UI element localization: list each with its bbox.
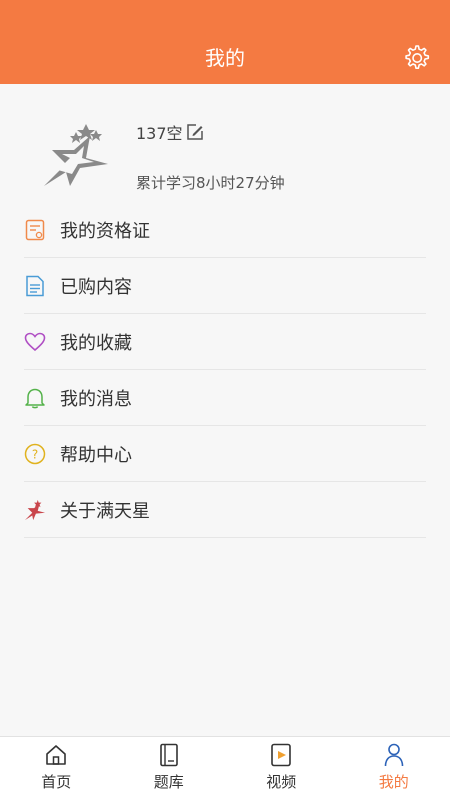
edit-icon xyxy=(186,124,203,140)
menu-label: 我的收藏 xyxy=(60,332,132,354)
avatar[interactable] xyxy=(40,120,112,186)
menu-item-help[interactable]: ? 帮助中心 xyxy=(24,426,426,482)
tab-label: 首页 xyxy=(41,773,72,791)
tab-label: 我的 xyxy=(378,773,409,791)
menu-item-about[interactable]: 关于满天星 xyxy=(24,482,426,538)
bell-icon xyxy=(24,387,46,409)
star-logo-icon xyxy=(44,124,108,186)
help-question-icon: ? xyxy=(24,443,46,465)
tab-label: 视频 xyxy=(266,773,297,791)
menu-item-messages[interactable]: 我的消息 xyxy=(24,370,426,426)
tab-label: 题库 xyxy=(153,773,184,791)
star-logo-icon xyxy=(24,499,46,521)
gear-icon xyxy=(405,45,430,69)
page-title: 我的 xyxy=(205,46,245,70)
study-time-text: 累计学习8小时27分钟 xyxy=(136,174,285,192)
tab-video[interactable]: 视频 xyxy=(225,737,338,800)
profile-section: 137空 累计学习8小时27分钟 xyxy=(0,84,450,202)
question-bank-icon xyxy=(157,743,181,767)
username: 137空 xyxy=(136,124,183,143)
video-icon xyxy=(269,743,293,767)
menu-item-purchased[interactable]: 已购内容 xyxy=(24,258,426,314)
menu-label: 帮助中心 xyxy=(60,444,132,466)
home-icon xyxy=(44,743,68,767)
certificate-icon xyxy=(24,219,46,241)
menu-list: 我的资格证 已购内容 我的收藏 我的消息 ? 帮助中心 关于满天星 xyxy=(24,202,426,538)
tab-profile[interactable]: 我的 xyxy=(338,737,450,800)
menu-item-favorites[interactable]: 我的收藏 xyxy=(24,314,426,370)
top-bar: 我的 xyxy=(0,0,450,84)
edit-profile-button[interactable] xyxy=(185,122,205,142)
menu-label: 关于满天星 xyxy=(60,500,150,522)
settings-button[interactable] xyxy=(400,42,432,74)
menu-label: 我的资格证 xyxy=(60,220,150,242)
heart-icon xyxy=(24,331,46,353)
bottom-tab-bar: 首页 题库 视频 我的 xyxy=(0,736,450,800)
menu-label: 我的消息 xyxy=(60,388,132,410)
tab-question-bank[interactable]: 题库 xyxy=(113,737,226,800)
purchased-document-icon xyxy=(24,275,46,297)
tab-home[interactable]: 首页 xyxy=(0,737,113,800)
profile-icon xyxy=(382,743,406,767)
menu-item-certificate[interactable]: 我的资格证 xyxy=(24,202,426,258)
menu-label: 已购内容 xyxy=(60,276,132,298)
svg-text:?: ? xyxy=(32,447,38,461)
